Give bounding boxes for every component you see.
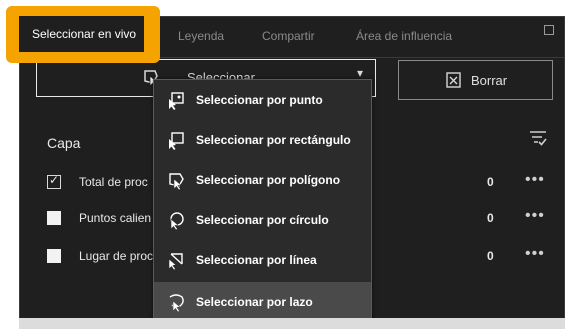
layer-checkbox[interactable]: ✓	[47, 173, 61, 189]
select-lasso-icon	[166, 293, 186, 313]
tab-select-live-highlighted[interactable]: Seleccionar en vivo	[32, 27, 136, 41]
selection-mode-menu: Seleccionar por punto Seleccionar por re…	[153, 79, 372, 321]
active-tab-highlight-inner: Seleccionar en vivo	[19, 16, 144, 52]
layer-count: 0	[487, 175, 494, 189]
more-options-icon[interactable]: •••	[525, 207, 545, 225]
menu-item-label: Seleccionar por polígono	[196, 173, 341, 187]
layer-checkbox[interactable]	[47, 249, 61, 263]
menu-item-select-by-line[interactable]: Seleccionar por línea	[154, 240, 371, 280]
menu-item-select-by-lasso[interactable]: Seleccionar por lazo	[154, 282, 371, 321]
chevron-down-icon: ▾	[356, 66, 363, 80]
menu-item-label: Seleccionar por lazo	[196, 295, 313, 309]
tab-buffer[interactable]: Área de influencia	[356, 29, 452, 43]
checkmark-icon: ✓	[49, 173, 60, 187]
layer-name: Puntos calien	[79, 211, 152, 225]
menu-item-label: Seleccionar por punto	[196, 93, 323, 107]
layer-count: 0	[487, 211, 494, 225]
more-options-icon[interactable]: •••	[525, 171, 545, 189]
select-rectangle-icon	[166, 131, 186, 151]
menu-item-select-by-polygon[interactable]: Seleccionar por polígono	[154, 160, 371, 200]
select-line-icon	[166, 251, 186, 271]
tab-share[interactable]: Compartir	[262, 29, 315, 43]
select-circle-icon	[166, 211, 186, 231]
clear-button[interactable]: Borrar	[398, 60, 553, 100]
menu-item-label: Seleccionar por rectángulo	[196, 133, 351, 147]
more-options-icon[interactable]: •••	[525, 245, 545, 263]
select-point-icon	[166, 91, 186, 111]
clear-button-label: Borrar	[471, 73, 508, 88]
maximize-icon[interactable]	[544, 25, 554, 35]
layer-column-header: Capa	[47, 135, 81, 151]
panel-bottom-edge	[19, 318, 565, 329]
layer-name: Lugar de proc	[79, 249, 154, 263]
tab-legend[interactable]: Leyenda	[178, 29, 224, 43]
clear-selection-icon	[445, 71, 463, 89]
menu-item-label: Seleccionar por línea	[196, 253, 317, 267]
filter-icon[interactable]	[528, 129, 548, 147]
layer-checkbox[interactable]	[47, 211, 61, 225]
select-polygon-icon	[166, 171, 186, 191]
layer-count: 0	[487, 249, 494, 263]
menu-item-select-by-point[interactable]: Seleccionar por punto	[154, 80, 371, 120]
menu-item-label: Seleccionar por círculo	[196, 213, 329, 227]
menu-item-select-by-circle[interactable]: Seleccionar por círculo	[154, 200, 371, 240]
menu-item-select-by-rectangle[interactable]: Seleccionar por rectángulo	[154, 120, 371, 160]
layer-name: Total de proc	[79, 175, 148, 189]
